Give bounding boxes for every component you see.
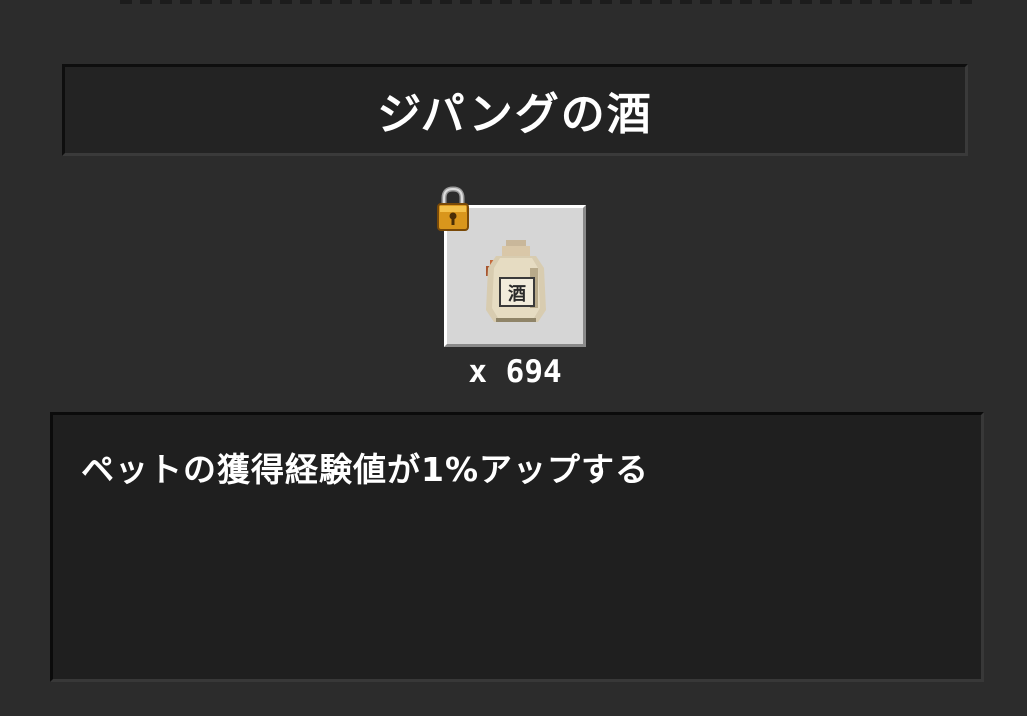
item-detail-panel: ジパングの酒 酒 x 694 ペットの獲得経験値が1%アップする bbox=[0, 0, 1027, 716]
description-box: ペットの獲得経験値が1%アップする bbox=[50, 412, 984, 682]
item-description: ペットの獲得経験値が1%アップする bbox=[81, 450, 650, 489]
top-edge-decoration bbox=[120, 0, 980, 4]
sake-bottle-icon: 酒 bbox=[486, 240, 546, 322]
padlock-icon bbox=[437, 186, 469, 231]
svg-text:酒: 酒 bbox=[508, 283, 526, 305]
item-count: x 694 bbox=[468, 354, 562, 390]
title-box: ジパングの酒 bbox=[62, 64, 968, 156]
item-title: ジパングの酒 bbox=[377, 89, 653, 140]
